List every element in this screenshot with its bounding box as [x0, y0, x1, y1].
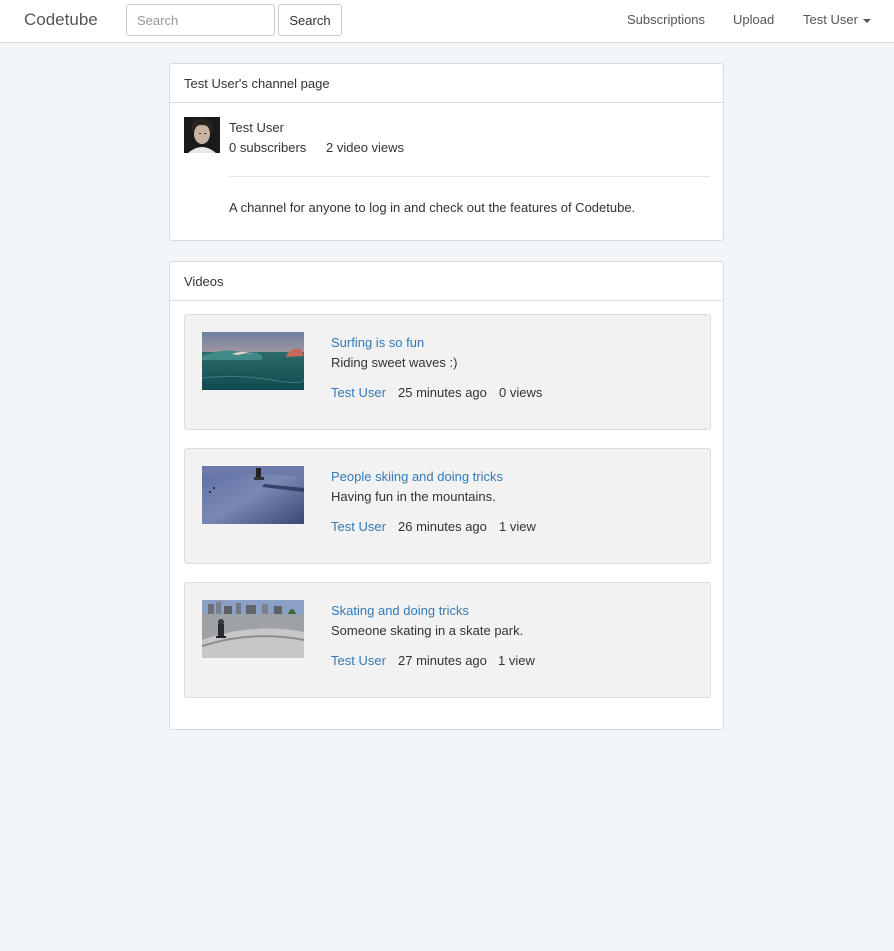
- channel-name: Test User: [229, 120, 284, 135]
- user-menu-label: Test User: [803, 12, 858, 27]
- top-navbar: Codetube Search Subscriptions Upload Tes…: [0, 0, 894, 43]
- video-timestamp: 25 minutes ago: [398, 385, 487, 400]
- channel-description: A channel for anyone to log in and check…: [229, 200, 636, 215]
- video-view-count: 0 views: [499, 385, 543, 400]
- video-author-link[interactable]: Test User: [331, 385, 386, 400]
- video-card: Surfing is so fun Riding sweet waves :) …: [184, 314, 711, 430]
- video-author-link[interactable]: Test User: [331, 519, 386, 534]
- video-timestamp: 26 minutes ago: [398, 519, 487, 534]
- channel-panel-heading: Test User's channel page: [170, 64, 723, 103]
- divider: [229, 176, 710, 177]
- avatar: [184, 117, 220, 153]
- video-title-link[interactable]: People skiing and doing tricks: [331, 469, 503, 484]
- videos-panel: Videos Surfing is so fun Riding sweet wa…: [169, 261, 724, 730]
- video-card: Skating and doing tricks Someone skating…: [184, 582, 711, 698]
- video-description: Someone skating in a skate park.: [331, 623, 524, 638]
- video-thumbnail-skiing[interactable]: [202, 466, 304, 524]
- video-thumbnail-skating[interactable]: [202, 600, 304, 658]
- nav-upload-link[interactable]: Upload: [733, 12, 774, 27]
- video-author-link[interactable]: Test User: [331, 653, 386, 668]
- video-description: Having fun in the mountains.: [331, 489, 496, 504]
- channel-video-views: 2 video views: [326, 140, 405, 155]
- video-description: Riding sweet waves :): [331, 355, 458, 370]
- video-title-link[interactable]: Surfing is so fun: [331, 335, 424, 350]
- nav-subscriptions-link[interactable]: Subscriptions: [627, 12, 705, 27]
- subscriber-count: 0 subscribers: [229, 140, 307, 155]
- videos-panel-heading: Videos: [170, 262, 723, 301]
- video-timestamp: 27 minutes ago: [398, 653, 487, 668]
- channel-panel: Test User's channel page Test User 0 sub…: [169, 63, 724, 241]
- user-menu-dropdown[interactable]: Test User: [803, 12, 871, 27]
- search-button[interactable]: Search: [278, 4, 342, 36]
- video-view-count: 1 view: [498, 653, 535, 668]
- brand-logo-link[interactable]: Codetube: [24, 10, 98, 30]
- video-view-count: 1 view: [499, 519, 536, 534]
- caret-down-icon: [862, 18, 871, 23]
- search-input[interactable]: [126, 4, 275, 36]
- video-card: People skiing and doing tricks Having fu…: [184, 448, 711, 564]
- video-thumbnail-surfing[interactable]: [202, 332, 304, 390]
- video-title-link[interactable]: Skating and doing tricks: [331, 603, 469, 618]
